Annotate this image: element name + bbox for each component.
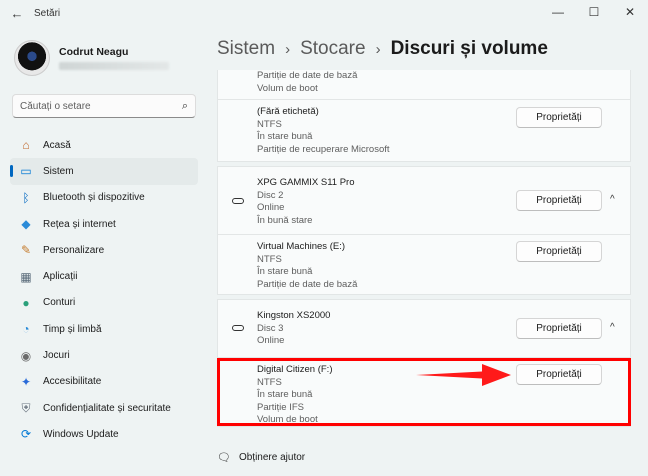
window-controls: — ☐ ✕ [540,0,648,24]
drive-icon [232,198,244,204]
account-icon: ● [22,295,30,310]
clock-icon: ◔ [22,322,30,337]
close-button[interactable]: ✕ [612,0,648,24]
chevron-up-icon[interactable]: ^ [610,194,615,205]
gamepad-icon: ◉ [20,348,32,363]
chevron-right-icon: › [375,40,381,58]
user-profile[interactable]: Codrut Neagu [14,40,169,76]
sidebar-item-label: Windows Update [43,428,119,440]
sidebar-item-privacy[interactable]: ⛨ Confidențialitate și securitate [10,395,198,421]
breadcrumb-storage[interactable]: Stocare [300,38,365,60]
home-icon: ⌂ [22,138,30,153]
window-title: Setări [34,7,61,19]
sidebar-item-label: Jocuri [43,350,70,362]
sidebar-item-apps[interactable]: ▦ Aplicații [10,263,198,289]
profile-email-blurred [59,62,169,70]
drive-icon [232,325,244,331]
sidebar-item-gaming[interactable]: ◉ Jocuri [10,342,198,368]
title-bar: ← Setări — ☐ ✕ [0,0,648,26]
sidebar-item-label: Aplicații [43,271,78,283]
volume-recovery: (Fără etichetă) NTFS În stare bună Parti… [257,106,390,155]
sidebar-item-label: Conturi [43,297,76,309]
breadcrumb-system[interactable]: Sistem [217,38,275,60]
bluetooth-icon: ᛒ [22,190,30,205]
volume-virtual-machines: Virtual Machines (E:) NTFS În stare bună… [257,241,358,290]
page-title: Discuri și volume [390,38,548,59]
help-link[interactable]: 🗨 Obținere ajutor [217,451,305,464]
breadcrumb: Sistem › Stocare › Discuri și volume [217,38,548,60]
brush-icon: ✎ [20,243,32,258]
minimize-button[interactable]: — [540,0,576,24]
annotation-arrow [416,364,511,386]
avatar [14,40,50,76]
help-icon: 🗨 [217,452,231,464]
search-input[interactable]: Căutați o setare [20,101,182,112]
help-label: Obținere ajutor [238,452,306,463]
sidebar-item-accessibility[interactable]: ✦ Accesibilitate [10,369,198,395]
disk-xpg: XPG GAMMIX S11 Pro Disc 2 Online În bună… [257,177,355,226]
disk-card-1: Partiție de date de bază Volum de boot (… [217,70,631,162]
properties-button[interactable]: Proprietăți [516,318,602,339]
sidebar-item-home[interactable]: ⌂ Acasă [10,132,198,158]
volume-partial: Partiție de date de bază Volum de boot [257,70,358,94]
search-box[interactable]: Căutați o setare ⌕ [12,94,196,118]
sidebar-item-bluetooth[interactable]: ᛒ Bluetooth și dispozitive [10,185,198,211]
sidebar-item-label: Sistem [43,165,74,177]
shield-icon: ⛨ [21,400,31,415]
accessibility-icon: ✦ [20,374,32,389]
system-icon: ▭ [20,164,32,179]
sidebar-item-label: Acasă [43,139,71,151]
sidebar-item-accounts[interactable]: ● Conturi [10,290,198,316]
sidebar-item-windows-update[interactable]: ⟳ Windows Update [10,421,198,447]
maximize-button[interactable]: ☐ [576,0,612,24]
sidebar-item-system[interactable]: ▭ Sistem [10,158,198,185]
sidebar-item-label: Bluetooth și dispozitive [43,192,145,204]
disk-card-2: XPG GAMMIX S11 Pro Disc 2 Online În bună… [217,166,631,295]
sidebar-item-label: Personalizare [43,244,105,256]
sidebar-item-label: Timp și limbă [43,323,102,335]
sidebar-item-label: Accesibilitate [43,376,102,388]
back-button[interactable]: ← [4,0,30,26]
search-icon[interactable]: ⌕ [182,100,188,113]
sidebar-item-time-language[interactable]: ◔ Timp și limbă [10,316,198,342]
sidebar-item-network[interactable]: ◆ Rețea și internet [10,211,198,237]
wifi-icon: ◆ [21,217,31,232]
update-icon: ⟳ [20,427,32,442]
disk-kingston: Kingston XS2000 Disc 3 Online [257,310,331,346]
profile-name: Codrut Neagu [59,46,129,58]
chevron-right-icon: › [285,40,291,58]
sidebar-item-label: Confidențialitate și securitate [43,402,171,414]
chevron-up-icon[interactable]: ^ [610,322,615,333]
sidebar-item-personalization[interactable]: ✎ Personalizare [10,237,198,263]
apps-icon: ▦ [20,269,32,284]
properties-button[interactable]: Proprietăți [516,190,602,211]
sidebar-item-label: Rețea și internet [43,218,116,230]
properties-button[interactable]: Proprietăți [516,107,602,128]
properties-button[interactable]: Proprietăți [516,241,602,262]
sidebar-nav: ⌂ Acasă ▭ Sistem ᛒ Bluetooth și dispozit… [10,132,198,448]
